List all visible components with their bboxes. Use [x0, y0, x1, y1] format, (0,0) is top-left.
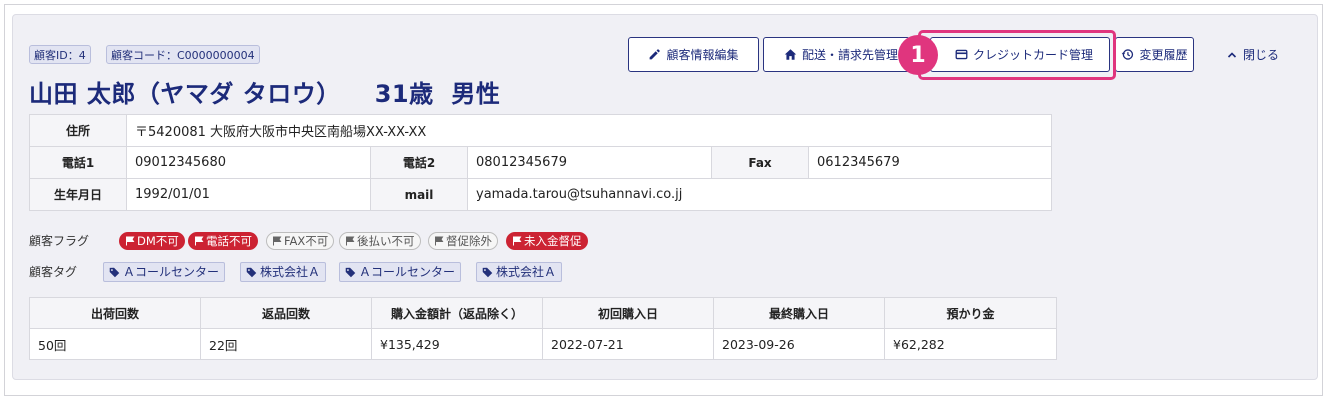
customer-code-tag: 顧客コード：C0000000004: [106, 45, 260, 64]
deposit-header: 預かり金: [884, 297, 1057, 329]
tag-icon: [482, 267, 493, 277]
total-purchase-value: ¥135,429: [371, 328, 543, 360]
customer-tag: Ａコールセンター: [103, 262, 226, 282]
chevron-up-icon: [1227, 51, 1237, 58]
first-purchase-value: 2022-07-21: [542, 328, 714, 360]
close-button[interactable]: 閉じる: [1227, 46, 1279, 63]
page-title: 山田 太郎（ヤマダ タロウ） 31歳 男性: [29, 74, 500, 109]
flag-deferred-payment-disabled: 後払い不可: [339, 232, 421, 250]
fax-label: Fax: [711, 146, 809, 179]
fax-value: 0612345679: [807, 146, 1053, 179]
address-label: 住所: [29, 114, 127, 147]
last-purchase-header: 最終購入日: [713, 297, 885, 329]
customer-tag: Ａコールセンター: [339, 262, 462, 282]
table-row: 住所 〒5420081 大阪府大阪市中央区南船場XX-XX-XX: [29, 114, 1053, 147]
customer-age: 31歳: [374, 80, 434, 108]
total-purchase-header: 購入金額計（返品除く）: [371, 297, 543, 329]
change-history-label: 変更履歴: [1139, 48, 1188, 62]
mail-value: yamada.tarou@tsuhannavi.co.jj: [466, 178, 1053, 211]
flag-icon: [346, 236, 355, 246]
highlight-frame: [918, 30, 1116, 80]
flag-icon: [435, 236, 444, 246]
flag-icon: [273, 236, 282, 246]
pencil-icon: [650, 49, 661, 60]
birthday-label: 生年月日: [29, 178, 127, 211]
edit-customer-button[interactable]: 顧客情報編集: [628, 37, 759, 72]
table-header-row: 出荷回数 返品回数 購入金額計（返品除く） 初回購入日 最終購入日 預かり金: [29, 297, 1057, 329]
customer-tag: 株式会社Ａ: [476, 262, 563, 282]
phone1-label: 電話1: [29, 146, 127, 179]
customer-id-tag: 顧客ID：4: [29, 45, 91, 64]
deposit-value: ¥62,282: [884, 328, 1057, 360]
customer-gender: 男性: [451, 80, 501, 108]
customer-flags-label: 顧客フラグ: [29, 234, 90, 248]
returns-value: 22回: [200, 328, 372, 360]
purchase-stats-table: 出荷回数 返品回数 購入金額計（返品除く） 初回購入日 最終購入日 預かり金 5…: [29, 297, 1057, 360]
birthday-value: 1992/01/01: [126, 178, 371, 211]
shipments-value: 50回: [29, 328, 201, 360]
customer-name: 山田 太郎（ヤマダ タロウ）: [29, 80, 341, 108]
flag-phone-disabled: 電話不可: [188, 232, 258, 250]
flag-fax-disabled: FAX不可: [266, 232, 335, 250]
table-row: 電話1 09012345680 電話2 08012345679 Fax 0612…: [29, 146, 1053, 179]
phone2-value: 08012345679: [467, 146, 712, 179]
tag-icon: [345, 267, 356, 277]
flag-unpaid-dunning: 未入金督促: [506, 232, 588, 250]
customer-info-table: 住所 〒5420081 大阪府大阪市中央区南船場XX-XX-XX 電話1 090…: [29, 114, 1053, 211]
table-row: 50回 22回 ¥135,429 2022-07-21 2023-09-26 ¥…: [29, 328, 1057, 360]
flag-dunning-excluded: 督促除外: [428, 232, 498, 250]
flag-dm-disabled: DM不可: [119, 232, 185, 250]
address-value: 〒5420081 大阪府大阪市中央区南船場XX-XX-XX: [125, 114, 1053, 147]
table-row: 生年月日 1992/01/01 mail yamada.tarou@tsuhan…: [29, 178, 1053, 211]
step-badge: 1: [898, 35, 938, 75]
history-icon: [1122, 49, 1134, 60]
customer-tag: 株式会社Ａ: [240, 262, 327, 282]
close-label: 閉じる: [1243, 48, 1280, 62]
tag-icon: [246, 267, 257, 277]
phone1-value: 09012345680: [126, 146, 371, 179]
edit-customer-label: 顧客情報編集: [666, 48, 739, 62]
flag-icon: [513, 236, 522, 246]
change-history-button[interactable]: 変更履歴: [1115, 37, 1194, 72]
phone2-label: 電話2: [370, 146, 468, 179]
first-purchase-header: 初回購入日: [542, 297, 714, 329]
customer-tags-label: 顧客タグ: [29, 265, 78, 279]
last-purchase-value: 2023-09-26: [713, 328, 885, 360]
tag-icon: [109, 267, 120, 277]
returns-header: 返品回数: [200, 297, 372, 329]
mail-label: mail: [370, 178, 468, 211]
shipments-header: 出荷回数: [29, 297, 201, 329]
delivery-billing-button[interactable]: 配送・請求先管理: [763, 37, 910, 72]
flag-icon: [195, 236, 204, 246]
home-icon: [784, 49, 797, 60]
delivery-billing-label: 配送・請求先管理: [802, 48, 899, 62]
flag-icon: [126, 236, 135, 246]
